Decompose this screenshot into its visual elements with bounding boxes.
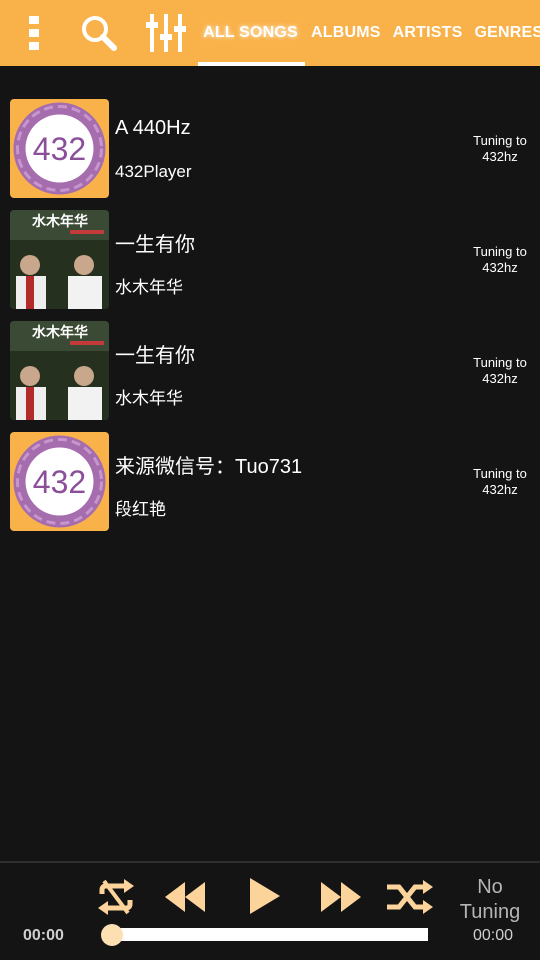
album-art-photo: 水木年华 bbox=[10, 321, 109, 420]
song-title: 一生有你 bbox=[115, 234, 195, 256]
song-artist: 水木年华 bbox=[115, 389, 183, 408]
album-art-photo: 水木年华 bbox=[10, 210, 109, 309]
album-photo-icon: 水木年华 bbox=[10, 321, 109, 420]
song-artist: 水木年华 bbox=[115, 278, 183, 297]
player-bar: No Tuning 00:00 00:00 bbox=[0, 861, 540, 960]
song-row[interactable]: 432 来源微信号：Tuo731 段红艳 Tuning to 432hz bbox=[0, 432, 540, 534]
tuning-label: Tuning to 432hz bbox=[473, 466, 527, 497]
song-artist: 段红艳 bbox=[115, 500, 166, 519]
tuning-status[interactable]: No Tuning bbox=[450, 875, 530, 925]
play-icon[interactable] bbox=[240, 873, 288, 919]
equalizer-icon[interactable] bbox=[142, 0, 190, 66]
album-art-432-logo: 432 bbox=[10, 99, 109, 198]
song-artist: 432Player bbox=[115, 162, 192, 181]
shuffle-icon[interactable] bbox=[384, 877, 436, 917]
tab-albums[interactable]: ALBUMS bbox=[305, 0, 387, 66]
top-toolbar: ALL SONGS ALBUMS ARTISTS GENRES bbox=[0, 0, 540, 66]
song-row[interactable]: 432 A 440Hz 432Player Tuning to 432hz bbox=[0, 99, 540, 201]
tab-genres[interactable]: GENRES bbox=[469, 0, 540, 66]
menu-icon[interactable] bbox=[14, 0, 54, 66]
svg-text:水木年华: 水木年华 bbox=[32, 324, 88, 341]
album-art-432-logo: 432 bbox=[10, 432, 109, 531]
tab-artists[interactable]: ARTISTS bbox=[387, 0, 469, 66]
tuning-label: Tuning to 432hz bbox=[473, 133, 527, 164]
432-logo-icon: 432 bbox=[10, 99, 109, 198]
app-root: ALL SONGS ALBUMS ARTISTS GENRES 432 A 44… bbox=[0, 0, 540, 960]
elapsed-time: 00:00 bbox=[23, 927, 64, 944]
remaining-time: 00:00 bbox=[473, 927, 514, 944]
song-title: 来源微信号：Tuo731 bbox=[115, 456, 303, 478]
tuning-label: Tuning to 432hz bbox=[473, 355, 527, 386]
seek-thumb[interactable] bbox=[101, 924, 123, 946]
song-title: 一生有你 bbox=[115, 345, 195, 367]
tuning-label: Tuning to 432hz bbox=[473, 244, 527, 275]
song-title: A 440Hz bbox=[115, 117, 191, 139]
tab-all-songs[interactable]: ALL SONGS bbox=[196, 0, 305, 66]
song-row[interactable]: 水木年华 一生有你 水木年华 Tuning to 432hz bbox=[0, 210, 540, 312]
svg-text:432: 432 bbox=[33, 131, 86, 167]
tab-bar: ALL SONGS ALBUMS ARTISTS GENRES bbox=[196, 0, 540, 66]
432-logo-icon: 432 bbox=[10, 432, 109, 531]
fast-forward-icon[interactable] bbox=[316, 877, 366, 917]
song-row[interactable]: 水木年华 一生有你 水木年华 Tuning to 432hz bbox=[0, 321, 540, 423]
svg-text:432: 432 bbox=[33, 464, 86, 500]
rewind-icon[interactable] bbox=[160, 877, 210, 917]
search-icon[interactable] bbox=[76, 0, 122, 66]
album-photo-icon: 水木年华 bbox=[10, 210, 109, 309]
seek-bar[interactable] bbox=[110, 928, 428, 941]
repeat-off-icon[interactable] bbox=[94, 877, 138, 917]
svg-text:水木年华: 水木年华 bbox=[32, 213, 88, 230]
